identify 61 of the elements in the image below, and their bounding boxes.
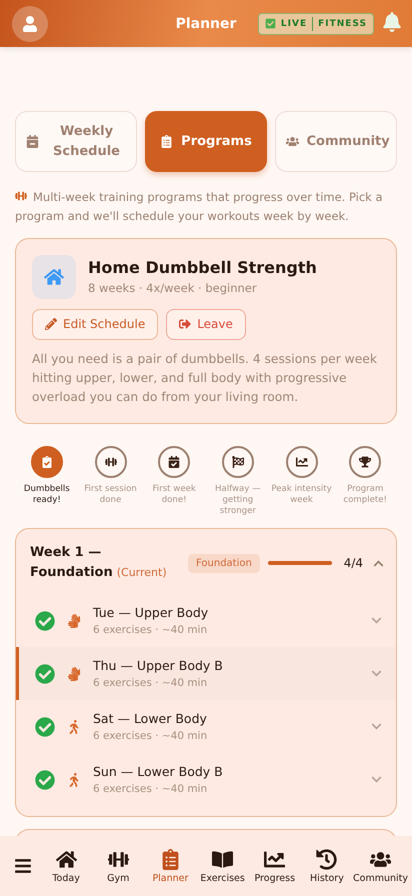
session-name: Sun — Lower Body B: [93, 764, 224, 780]
session-name: Thu — Upper Body B: [93, 658, 224, 674]
hand-icon: [67, 666, 81, 681]
pencil-icon: [45, 318, 57, 330]
profile-avatar[interactable]: [12, 6, 48, 42]
nav-item[interactable]: History: [300, 848, 354, 884]
milestone-label: First week done!: [151, 484, 197, 506]
home-icon: [32, 254, 76, 299]
milestone-label: Peak intensity week: [270, 484, 333, 506]
nav-item[interactable]: Today: [40, 848, 92, 884]
session-meta: 6 exercises · ~40 min: [93, 783, 208, 796]
nav-item[interactable]: Exercises: [196, 848, 249, 884]
chevron-down-icon[interactable]: [371, 668, 382, 680]
leave-button[interactable]: Leave: [166, 308, 246, 340]
session-meta: 6 exercises · ~40 min: [93, 624, 208, 636]
session-row[interactable]: Sat — Lower Body 6 exercises · ~40 min: [16, 700, 396, 754]
session-row[interactable]: Thu — Upper Body B 6 exercises · ~40 min: [16, 647, 396, 700]
session-row[interactable]: Sun — Lower Body B 6 exercises · ~40 min: [16, 753, 396, 806]
clipboard-icon: [160, 135, 174, 148]
history-icon: [316, 848, 338, 870]
nav-item[interactable]: Gym: [92, 848, 144, 884]
session-count: 4/4: [344, 556, 363, 570]
milestone-label: Halfway — getting stronger: [214, 484, 262, 518]
clipboard-icon: [160, 848, 181, 870]
session-name: Tue — Upper Body: [93, 605, 210, 620]
nav-item[interactable]: Community: [353, 848, 408, 884]
tab[interactable]: Programs: [145, 111, 267, 172]
home-icon: [56, 848, 77, 870]
chevron-down-icon[interactable]: [371, 615, 382, 626]
calendar-icon: [26, 135, 38, 148]
milestone-label: First session done: [83, 484, 138, 506]
page-title: Planner: [176, 16, 236, 32]
dumbbell-icon: [15, 190, 27, 202]
book-icon: [212, 848, 234, 870]
chevron-down-icon[interactable]: [371, 774, 382, 786]
menu-icon[interactable]: [14, 857, 32, 875]
milestone-label: Dumbbells ready!: [22, 484, 71, 506]
milestone-label: Program complete!: [342, 484, 388, 506]
walking-icon: [67, 772, 81, 787]
session-name: Sat — Lower Body: [93, 711, 208, 726]
badge-text: LIVE: [280, 18, 308, 28]
nav-item[interactable]: Planner: [144, 848, 197, 884]
nav-item[interactable]: Progress: [248, 848, 301, 884]
notification-bell-icon[interactable]: [382, 12, 402, 32]
session-row[interactable]: Tue — Upper Body 6 exercises · ~40 min: [16, 594, 396, 648]
program-meta: 8 weeks · 4x/week · beginner: [88, 281, 258, 296]
week-title: Week 1 — Foundation (Current): [30, 544, 168, 582]
hand-icon: [67, 614, 81, 628]
chevron-down-icon[interactable]: [371, 721, 382, 732]
program-title: Home Dumbbell Strength: [88, 258, 317, 278]
session-meta: 6 exercises · ~40 min: [93, 677, 208, 690]
badge-text: FITNESS: [318, 18, 367, 28]
walking-icon: [67, 720, 81, 734]
users-icon: [286, 135, 298, 148]
session-meta: 6 exercises · ~40 min: [93, 730, 208, 742]
phase-tag: Foundation: [188, 554, 260, 573]
program-description: All you need is a pair of dumbbells. 4 sessions per week hitting upper, lower, and full body with progressive overload you can do from your living room.: [32, 350, 378, 406]
chart-icon: [264, 848, 286, 870]
edit-button[interactable]: Edit Schedule: [32, 308, 158, 340]
exit-icon: [179, 318, 192, 330]
intro-text: Multi-week training programs that progress over time. Pick a program and we'll schedule your workouts week by week.: [15, 189, 384, 225]
